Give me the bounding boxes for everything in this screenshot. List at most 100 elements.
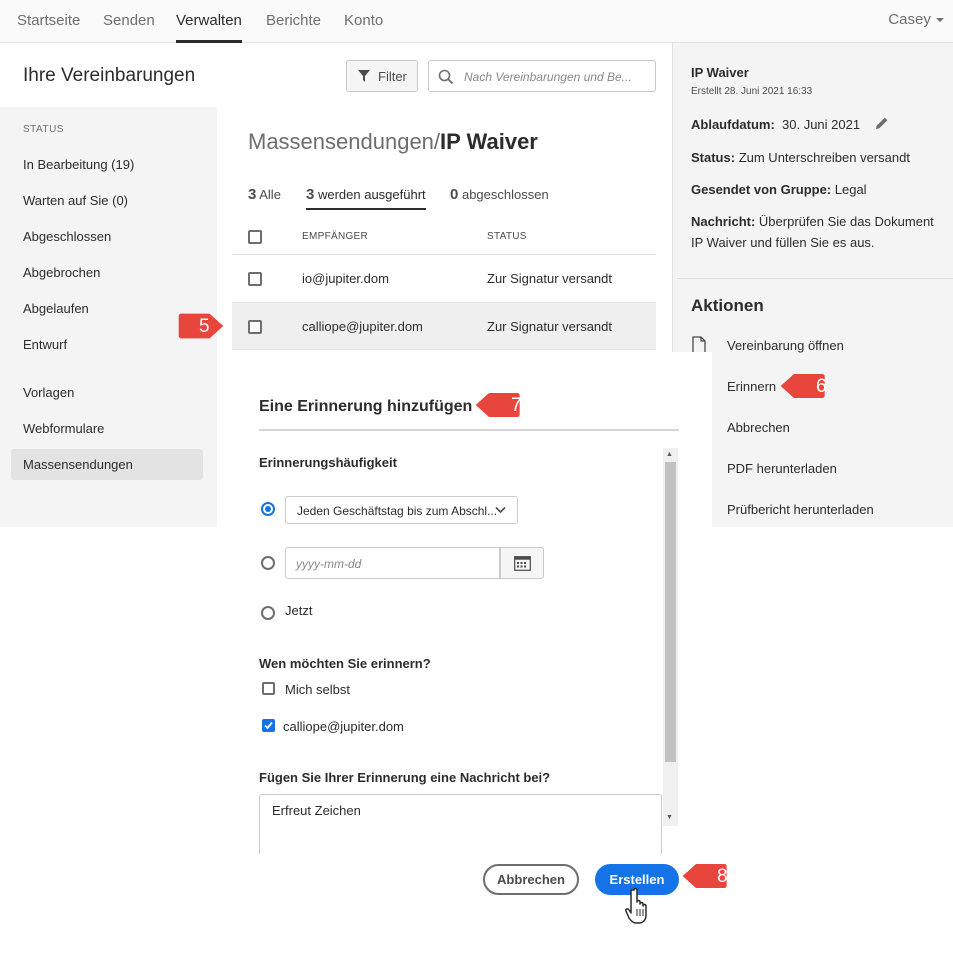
- column-header-status[interactable]: STATUS: [487, 231, 527, 242]
- remind-myself-checkbox[interactable]: [262, 682, 275, 695]
- pencil-icon[interactable]: [874, 115, 890, 131]
- callout-7-number: 7: [511, 395, 522, 416]
- table-row[interactable]: calliope@jupiter.dom Zur Signatur versan…: [232, 302, 656, 350]
- now-label: Jetzt: [285, 603, 313, 618]
- scroll-up-icon[interactable]: ▲: [666, 451, 673, 458]
- search-input[interactable]: Nach Vereinbarungen und Be...: [428, 60, 656, 92]
- callout-label-8: 8: [680, 855, 752, 897]
- frequency-dropdown[interactable]: Jeden Geschäftstag bis zum Abschl...: [285, 496, 518, 524]
- reminder-dialog: Eine Erinnerung hinzufügen Erinnerungshä…: [217, 352, 712, 974]
- group-value: Legal: [834, 182, 867, 197]
- status-value: Zum Unterschreiben versandt: [738, 150, 910, 165]
- callout-label-7: 7: [473, 384, 545, 426]
- remind-recipient-checkbox[interactable]: [262, 719, 275, 732]
- action-cancel[interactable]: Abbrechen: [727, 420, 790, 435]
- sidebar-item-abgebrochen[interactable]: Abgebrochen: [23, 265, 100, 280]
- user-name: Casey: [888, 11, 931, 28]
- tab-abgeschlossen[interactable]: 0 abgeschlossen: [450, 186, 549, 203]
- nav-tab-verwalten[interactable]: Verwalten: [176, 12, 242, 29]
- scroll-down-icon[interactable]: ▼: [666, 814, 673, 821]
- date-input[interactable]: yyyy-mm-dd: [285, 547, 500, 579]
- message-row: Nachricht: Überprüfen Sie das Dokument: [691, 214, 934, 229]
- reminder-message-textarea[interactable]: Erfreut Zeichen: [259, 794, 662, 854]
- sidebar-item-abgelaufen[interactable]: Abgelaufen: [23, 301, 89, 316]
- sidebar-item-in-bearbeitung[interactable]: In Bearbeitung (19): [23, 157, 134, 172]
- sidebar-heading: STATUS: [23, 124, 64, 135]
- tab-alle-label: Alle: [259, 187, 281, 202]
- recipient-cell: io@jupiter.dom: [302, 271, 389, 286]
- actions-heading: Aktionen: [691, 296, 764, 315]
- remind-recipient-label: calliope@jupiter.dom: [283, 719, 404, 734]
- nav-tab-konto[interactable]: Konto: [344, 12, 383, 29]
- tab-alle[interactable]: 3 Alle: [248, 186, 281, 203]
- details-title: IP Waiver: [691, 65, 749, 80]
- tab-done-label: abgeschlossen: [461, 187, 549, 202]
- user-menu[interactable]: Casey: [888, 11, 945, 28]
- filter-button[interactable]: Filter: [346, 60, 418, 92]
- sidebar-item-entwurf[interactable]: Entwurf: [23, 337, 67, 352]
- column-header-recipient[interactable]: EMPFÄNGER: [302, 231, 368, 242]
- calendar-button[interactable]: [500, 547, 544, 579]
- remind-myself-label: Mich selbst: [285, 682, 351, 697]
- group-row: Gesendet von Gruppe: Legal: [691, 182, 867, 197]
- frequency-value: Jeden Geschäftstag bis zum Abschl...: [297, 504, 498, 518]
- sidebar-item-warten-auf-sie[interactable]: Warten auf Sie (0): [23, 193, 128, 208]
- dialog-title-divider: [259, 429, 679, 431]
- frequency-radio-date[interactable]: [261, 556, 275, 570]
- breadcrumb-current: IP Waiver: [440, 129, 538, 154]
- status-label: Status:: [691, 150, 736, 165]
- action-download-pdf[interactable]: PDF herunterladen: [727, 461, 837, 476]
- reminder-message-value: Erfreut Zeichen: [272, 803, 361, 818]
- group-label: Gesendet von Gruppe:: [691, 182, 832, 197]
- hand-cursor-icon: [625, 887, 647, 924]
- callout-label-6: 6: [778, 365, 850, 407]
- message-line2: IP Waiver und füllen Sie es aus.: [691, 235, 875, 250]
- nav-tab-startseite[interactable]: Startseite: [17, 12, 80, 29]
- nav-tab-senden[interactable]: Senden: [103, 12, 155, 29]
- breadcrumb: Massensendungen/IP Waiver: [248, 129, 538, 155]
- page-title: Ihre Vereinbarungen: [23, 65, 196, 86]
- sidebar-item-vorlagen[interactable]: Vorlagen: [23, 385, 74, 400]
- calendar-icon: [514, 556, 531, 571]
- row-checkbox[interactable]: [248, 272, 262, 286]
- status-cell: Zur Signatur versandt: [487, 271, 613, 286]
- callout-6-number: 6: [816, 376, 827, 397]
- message-line1: Überprüfen Sie das Dokument: [758, 214, 934, 229]
- action-remind[interactable]: Erinnern: [727, 379, 776, 394]
- action-open-agreement[interactable]: Vereinbarung öffnen: [727, 338, 844, 353]
- expiry-label: Ablaufdatum:: [691, 117, 775, 132]
- breadcrumb-parent[interactable]: Massensendungen/: [248, 129, 440, 154]
- scrollbar-thumb[interactable]: [665, 462, 676, 762]
- sidebar-item-massensendungen[interactable]: Massensendungen: [23, 457, 133, 472]
- message-label: Nachricht:: [691, 214, 756, 229]
- frequency-radio-now[interactable]: [261, 606, 275, 620]
- recipient-cell: calliope@jupiter.dom: [302, 319, 423, 334]
- checkmark-icon: [264, 721, 273, 730]
- message-label: Fügen Sie Ihrer Erinnerung eine Nachrich…: [259, 770, 551, 785]
- status-cell: Zur Signatur versandt: [487, 319, 613, 334]
- frequency-label: Erinnerungshäufigkeit: [259, 455, 397, 470]
- expiry-value: 30. Juni 2021: [782, 117, 861, 132]
- nav-tab-berichte[interactable]: Berichte: [266, 12, 321, 29]
- tab-running-count: 3: [306, 186, 315, 203]
- caret-down-icon: [936, 18, 944, 23]
- cancel-button[interactable]: Abbrechen: [483, 864, 579, 895]
- dialog-title: Eine Erinnerung hinzufügen: [259, 398, 473, 415]
- select-all-checkbox[interactable]: [248, 230, 262, 244]
- top-navigation: Startseite Senden Verwalten Berichte Kon…: [0, 0, 953, 43]
- callout-8-number: 8: [717, 866, 728, 887]
- table-row[interactable]: io@jupiter.dom Zur Signatur versandt: [232, 254, 656, 302]
- search-placeholder: Nach Vereinbarungen und Be...: [464, 70, 632, 84]
- details-created: Erstellt 28. Juni 2021 16:33: [691, 86, 813, 97]
- panel-divider: [677, 278, 953, 279]
- action-download-audit-report[interactable]: Prüfbericht herunterladen: [727, 502, 874, 517]
- row-checkbox[interactable]: [248, 320, 262, 334]
- tab-werden-ausgefuehrt[interactable]: 3 werden ausgeführt: [306, 186, 426, 203]
- sidebar-item-abgeschlossen[interactable]: Abgeschlossen: [23, 229, 111, 244]
- sidebar-item-webformulare[interactable]: Webformulare: [23, 421, 104, 436]
- status-row: Status: Zum Unterschreiben versandt: [691, 150, 910, 165]
- who-label: Wen möchten Sie erinnern?: [259, 656, 431, 671]
- frequency-radio-recurring[interactable]: [261, 502, 275, 516]
- filter-icon: [358, 70, 370, 82]
- date-placeholder: yyyy-mm-dd: [296, 557, 362, 571]
